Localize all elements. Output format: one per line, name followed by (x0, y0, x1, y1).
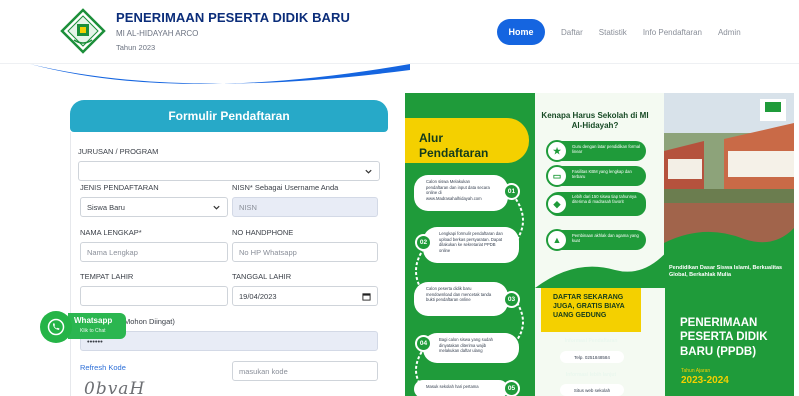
chevron-down-icon (365, 169, 372, 174)
brand-year: Tahun 2023 (116, 43, 156, 52)
main-nav: Home Daftar Statistik Info Pendaftaran A… (497, 19, 741, 45)
nama-lengkap-placeholder: Nama Lengkap (87, 247, 138, 257)
why-text-1: Guru dengan latar pendidikan formal line… (572, 144, 640, 155)
brand-title: PENERIMAAN PESERTA DIDIK BARU (116, 10, 351, 25)
step-text-5: Masuk sekolah hari pertama (426, 384, 479, 389)
nav-admin-link[interactable]: Admin (718, 28, 741, 37)
nama-lengkap-label: NAMA LENGKAP* (80, 228, 142, 237)
top-navbar: PENERIMAAN PESERTA DIDIK BARU MI AL-HIDA… (0, 0, 799, 64)
password-label: Mohon Diingat) (124, 317, 175, 326)
info-pendaftaran-label: Informasi Pendaftaran (564, 338, 618, 344)
info-site: Situs web sekolah (560, 384, 624, 396)
school-name: MI AL-HIDAYAH ARCO (116, 29, 199, 38)
poster-wave (535, 248, 670, 288)
jenis-pendaftaran-label: JENIS PENDAFTARAN (80, 183, 159, 192)
step-text-4: Bagi calon siswa yang sudah dinyatakan d… (439, 337, 494, 354)
tahun-ajaran-label: Tahun Ajaran (681, 368, 711, 374)
decorative-swoosh (30, 64, 410, 84)
nama-lengkap-input[interactable]: Nama Lengkap (80, 242, 228, 262)
phone-icon (47, 318, 65, 336)
school-crest-icon (60, 8, 106, 54)
daftar-cta-text: DAFTAR SEKARANG JUGA, GRATIS BIAYA UANG … (553, 294, 625, 320)
calendar-icon[interactable] (362, 292, 371, 301)
step-card-4: Bagi calon siswa yang sudah dinyatakan d… (423, 333, 519, 363)
no-handphone-placeholder: No HP Whatsapp (239, 247, 297, 257)
alur-title-line2: Pendaftaran (419, 146, 489, 160)
tanggal-lahir-input[interactable]: 19/04/2023 (232, 286, 378, 306)
whatsapp-icon[interactable] (40, 311, 72, 343)
nisn-placeholder: NISN (239, 202, 257, 212)
tanggal-lahir-label: TANGGAL LAHIR (232, 272, 292, 281)
step-number-1: 01 (503, 183, 520, 200)
monitor-icon: ▭ (546, 165, 568, 187)
tempat-lahir-label: TEMPAT LAHIR (80, 272, 134, 281)
form-title: Formulir Pendaftaran (70, 100, 388, 132)
jenis-pendaftaran-value: Siswa Baru (87, 202, 125, 212)
captcha-input[interactable]: masukan kode (232, 361, 378, 381)
step-text-2: Lengkapi formulir pendaftaran dan upload… (439, 231, 503, 254)
graduation-cap-icon: ◆ (546, 193, 568, 215)
school-slogan: Pendidikan Dasar Siswa Islami, Berkualit… (669, 265, 783, 279)
why-text-3: Lebih dari 150 siswa tiap tahunnya diter… (572, 194, 637, 205)
jenis-pendaftaran-select[interactable]: Siswa Baru (80, 197, 228, 217)
why-title: Kenapa Harus Sekolah di MI Al-Hidayah? (541, 111, 649, 130)
nav-info-pendaftaran-link[interactable]: Info Pendaftaran (643, 28, 702, 37)
no-handphone-label: NO HANDPHONE (232, 228, 294, 237)
info-more-label: Informasi lebih lanjut (565, 372, 617, 378)
school-photo (664, 93, 794, 265)
no-handphone-input[interactable]: No HP Whatsapp (232, 242, 378, 262)
alur-title-line1: Alur (419, 131, 443, 145)
nav-home-button[interactable]: Home (497, 19, 545, 45)
nav-daftar-link[interactable]: Daftar (561, 28, 583, 37)
star-icon: ★ (546, 140, 568, 162)
ppdb-title: PENERIMAAN PESERTA DIDIK BARU (PPDB) (680, 317, 768, 358)
page: PENERIMAAN PESERTA DIDIK BARU MI AL-HIDA… (0, 0, 799, 396)
tahun-ajaran-value: 2023-2024 (681, 375, 729, 386)
jurusan-select[interactable] (78, 161, 380, 181)
tempat-lahir-input[interactable] (80, 286, 228, 306)
step-number-5: 05 (503, 380, 520, 396)
step-text-1: Calon siswa Melakukan pendaftaran dan in… (426, 179, 490, 202)
whatsapp-title: Whatsapp (74, 316, 113, 325)
nisn-input[interactable]: NISN (232, 197, 378, 217)
step-number-4: 04 (415, 335, 432, 352)
whatsapp-subtitle: Klik to Chat (80, 328, 106, 334)
step-card-1: Calon siswa Melakukan pendaftaran dan in… (414, 175, 508, 211)
jurusan-label: JURUSAN / PROGRAM (78, 147, 159, 156)
why-text-2: Fasilitas KBM yang lengkap dan terbaru (572, 169, 632, 180)
refresh-captcha-link[interactable]: Refresh Kode (80, 363, 126, 372)
step-card-5: Masuk sekolah hari pertama (414, 380, 508, 396)
nisn-label: NISN* Sebagai Username Anda (232, 183, 339, 192)
step-number-2: 02 (415, 234, 432, 251)
chevron-down-icon (213, 205, 220, 210)
step-text-3: Calon peserta didik baru mendownload dan… (426, 286, 492, 303)
why-text-4: Pembinaan akhlak dan agama yang kuat (572, 233, 639, 244)
tanggal-lahir-value: 19/04/2023 (239, 291, 277, 301)
nav-statistik-link[interactable]: Statistik (599, 28, 627, 37)
captcha-image: 0bvaH (84, 379, 146, 396)
step-number-3: 03 (503, 291, 520, 308)
info-phone: Telp. 0251848584 (560, 351, 624, 363)
step-card-2: Lengkapi formulir pendaftaran dan upload… (423, 227, 519, 263)
captcha-placeholder: masukan kode (239, 366, 288, 376)
step-card-3: Calon peserta didik baru mendownload dan… (414, 282, 508, 316)
